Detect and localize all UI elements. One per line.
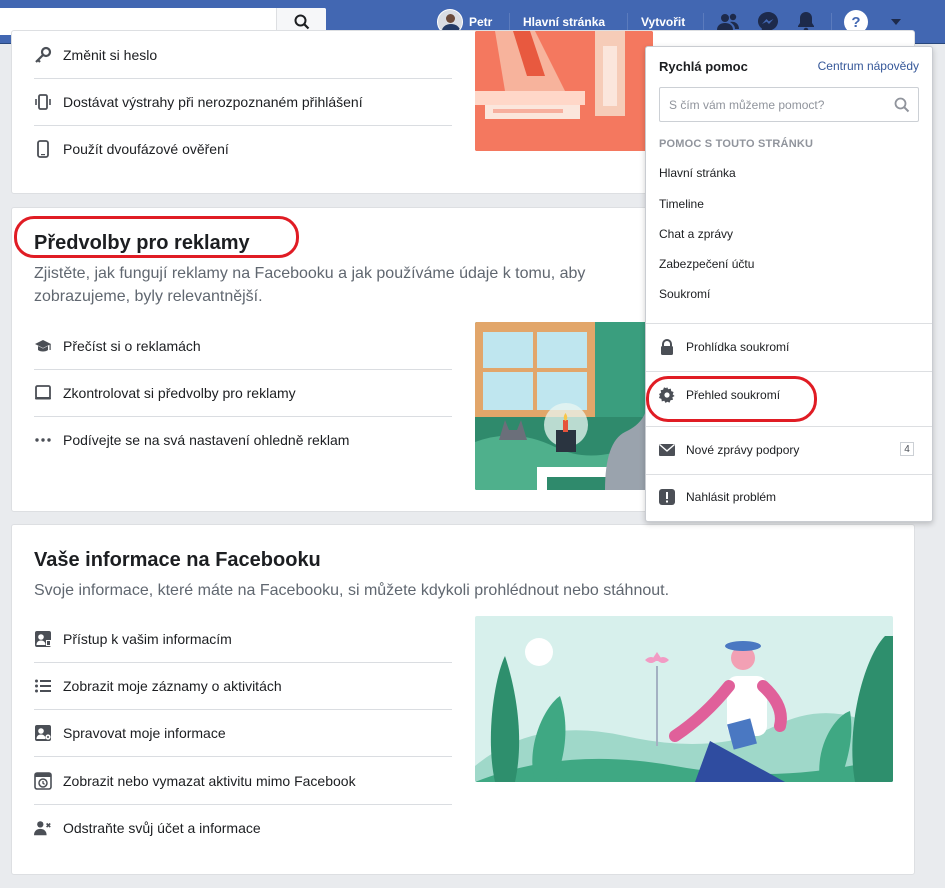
- envelope-icon: [659, 442, 675, 458]
- help-center-link[interactable]: Centrum nápovědy: [818, 59, 919, 73]
- warning-icon: [659, 489, 675, 505]
- info-item[interactable]: Zobrazit nebo vymazat aktivitu mimo Face…: [34, 757, 452, 804]
- help-section-label: POMOC S TOUTO STRÁNKU: [659, 138, 814, 150]
- help-topic-link[interactable]: Timeline: [659, 197, 704, 211]
- security-item-label: Dostávat výstrahy při nerozpoznaném přih…: [63, 93, 363, 110]
- privacy-shortcuts-item[interactable]: Přehled soukromí: [646, 372, 932, 418]
- list-icon: [34, 677, 52, 695]
- security-item[interactable]: Změnit si heslo: [34, 31, 452, 78]
- nav-divider: [703, 13, 704, 31]
- info-item-label: Zobrazit moje záznamy o aktivitách: [63, 677, 282, 694]
- report-problem-item[interactable]: Nahlásit problém: [646, 474, 932, 520]
- quick-help-title: Rychlá pomoc: [659, 59, 748, 74]
- security-item[interactable]: Použít dvoufázové ověření: [34, 125, 452, 172]
- your-information-illustration: [475, 616, 893, 782]
- search-icon: [894, 97, 910, 118]
- create-label: Vytvořit: [641, 15, 686, 29]
- ads-item[interactable]: Zkontrolovat si předvolby pro reklamy: [34, 369, 452, 416]
- info-item[interactable]: Přístup k vašim informacím: [34, 615, 452, 662]
- help-topic-link[interactable]: Hlavní stránka: [659, 166, 736, 180]
- key-icon: [34, 46, 52, 64]
- help-search-field[interactable]: [659, 87, 919, 122]
- search-icon: [294, 14, 309, 29]
- support-inbox-label: Nové zprávy podpory: [686, 443, 800, 457]
- lock-icon: [659, 339, 675, 355]
- help-topic-link[interactable]: Zabezpečení účtu: [659, 257, 754, 271]
- info-item-label: Zobrazit nebo vymazat aktivitu mimo Face…: [63, 772, 356, 789]
- ads-illustration: [475, 322, 647, 490]
- ads-item-label: Podívejte se na svá nastavení ohledně re…: [63, 431, 350, 448]
- home-label: Hlavní stránka: [523, 15, 606, 29]
- nav-divider: [627, 13, 628, 31]
- quick-help-dropdown: Rychlá pomoc Centrum nápovědy POMOC S TO…: [645, 46, 933, 522]
- profile-name: Petr: [469, 15, 493, 29]
- ad-preferences-description: Zjistěte, jak fungují reklamy na Faceboo…: [34, 265, 586, 305]
- help-search-input[interactable]: [660, 88, 880, 121]
- ads-item[interactable]: Přečíst si o reklamách: [34, 322, 452, 369]
- graduation-cap-icon: [34, 337, 52, 355]
- profile-settings-icon: [34, 724, 52, 742]
- info-item-label: Spravovat moje informace: [63, 724, 226, 741]
- your-information-title: Vaše informace na Facebooku: [34, 549, 321, 571]
- support-inbox-item[interactable]: Nové zprávy podpory 4: [646, 427, 932, 473]
- nav-divider: [831, 13, 832, 31]
- help-topic-link[interactable]: Soukromí: [659, 287, 710, 301]
- report-problem-label: Nahlásit problém: [686, 490, 777, 504]
- security-item[interactable]: Dostávat výstrahy při nerozpoznaném přih…: [34, 78, 452, 125]
- nav-divider: [509, 13, 510, 31]
- history-icon: [34, 771, 52, 790]
- privacy-checkup-item[interactable]: Prohlídka soukromí: [646, 324, 932, 370]
- laptop-icon: [34, 384, 52, 402]
- help-topic-link[interactable]: Chat a zprávy: [659, 227, 733, 241]
- security-item-label: Použít dvoufázové ověření: [63, 140, 229, 157]
- info-item[interactable]: Spravovat moje informace: [34, 709, 452, 756]
- your-information-description: Svoje informace, které máte na Facebooku…: [34, 582, 670, 599]
- info-item[interactable]: Zobrazit moje záznamy o aktivitách: [34, 662, 452, 709]
- mobile-phone-icon: [34, 139, 52, 158]
- security-illustration: [475, 31, 653, 151]
- info-item-label: Přístup k vašim informacím: [63, 630, 232, 647]
- privacy-shortcuts-label: Přehled soukromí: [686, 388, 781, 402]
- profile-card-icon: [34, 630, 52, 648]
- privacy-checkup-label: Prohlídka soukromí: [686, 340, 790, 354]
- ads-item[interactable]: Podívejte se na svá nastavení ohledně re…: [34, 416, 452, 463]
- security-item-label: Změnit si heslo: [63, 46, 158, 63]
- your-information-card: Vaše informace na Facebooku Svoje inform…: [11, 524, 915, 875]
- chevron-down-icon: [891, 19, 901, 25]
- ads-item-label: Zkontrolovat si předvolby pro reklamy: [63, 384, 296, 401]
- info-item-label: Odstraňte svůj účet a informace: [63, 819, 261, 836]
- remove-user-icon: [34, 819, 52, 837]
- more-dots-icon: [34, 431, 52, 449]
- info-item[interactable]: Odstraňte svůj účet a informace: [34, 804, 452, 851]
- gear-icon: [659, 387, 675, 403]
- support-inbox-count-badge: 4: [900, 442, 914, 456]
- ads-item-label: Přečíst si o reklamách: [63, 337, 201, 354]
- phone-vibrate-icon: [34, 93, 52, 111]
- ad-preferences-title: Předvolby pro reklamy: [34, 232, 250, 254]
